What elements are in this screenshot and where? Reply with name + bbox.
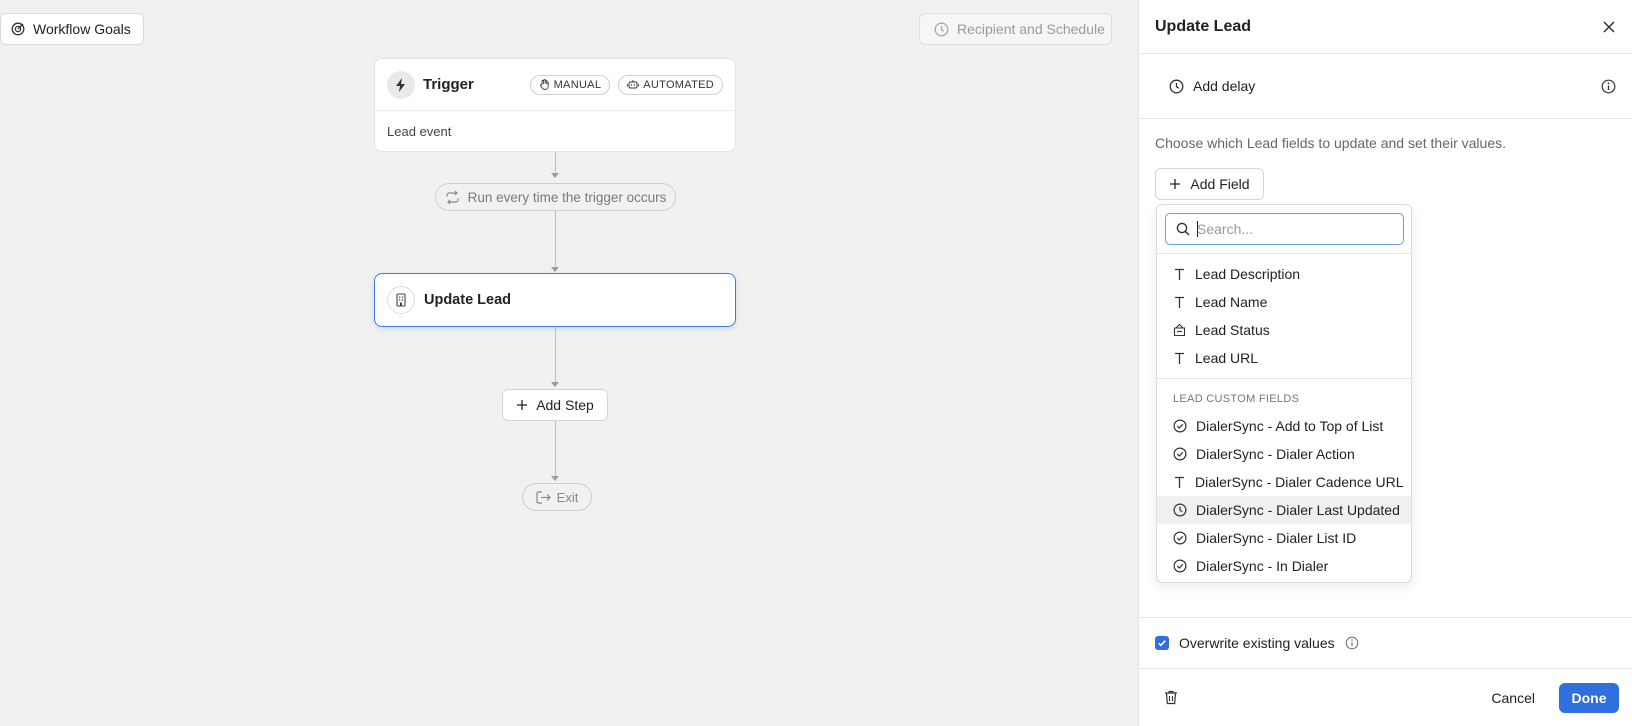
connector-line [555, 421, 556, 476]
run-frequency-label: Run every time the trigger occurs [467, 189, 667, 205]
robot-icon [627, 79, 640, 90]
field-option[interactable]: DialerSync - Dialer Cadence URL [1157, 468, 1411, 496]
connector-arrow [551, 382, 559, 387]
field-option-highlighted[interactable]: DialerSync - Dialer Last Updated [1157, 496, 1411, 524]
field-option-label: Lead Description [1195, 266, 1301, 282]
exit-label: Exit [556, 489, 579, 505]
workflow-goals-label: Workflow Goals [33, 21, 131, 37]
overwrite-label: Overwrite existing values [1179, 635, 1335, 651]
panel-header: Update Lead [1139, 0, 1632, 54]
standard-fields-list: Lead Description Lead Name Lead Status L… [1157, 254, 1411, 379]
trash-icon[interactable] [1164, 690, 1178, 705]
field-option[interactable]: Lead Status [1157, 316, 1411, 344]
field-option[interactable]: Lead URL [1157, 344, 1411, 372]
field-option[interactable]: DialerSync - Dialer List ID [1157, 524, 1411, 552]
text-type-icon [1173, 268, 1186, 281]
info-icon[interactable] [1601, 79, 1616, 94]
connector-arrow [551, 173, 559, 178]
exit-icon [536, 490, 551, 504]
add-step-label: Add Step [536, 397, 594, 413]
connector-line [555, 211, 556, 268]
field-option-label: DialerSync - Dialer Action [1196, 446, 1355, 462]
overwrite-values-row: Overwrite existing values [1139, 617, 1632, 669]
text-type-icon [1173, 296, 1186, 309]
manual-badge[interactable]: MANUAL [529, 74, 611, 95]
hand-icon [539, 79, 550, 90]
trigger-title: Trigger [423, 76, 474, 93]
field-option-label: DialerSync - Dialer Last Updated [1196, 502, 1400, 518]
search-input[interactable] [1197, 221, 1387, 237]
add-field-button[interactable]: Add Field [1155, 168, 1264, 200]
clock-icon [1169, 79, 1184, 94]
recipient-schedule-label: Recipient and Schedule [957, 21, 1105, 37]
close-icon[interactable] [1602, 20, 1616, 34]
text-type-icon [1173, 476, 1186, 489]
field-option-label: Lead Status [1195, 322, 1270, 338]
status-icon [1173, 323, 1186, 337]
trigger-card[interactable]: Trigger MANUAL AUTOMATED Lead event [374, 58, 736, 152]
field-option-label: DialerSync - Add to Top of List [1196, 418, 1384, 434]
field-option-label: DialerSync - Dialer Cadence URL [1195, 474, 1404, 490]
clock-icon [934, 22, 949, 37]
field-option[interactable]: DialerSync - Dialer Action [1157, 440, 1411, 468]
add-field-label: Add Field [1190, 176, 1250, 192]
info-icon[interactable] [1345, 636, 1359, 650]
add-delay-label: Add delay [1193, 78, 1256, 94]
fields-hint-text: Choose which Lead fields to update and s… [1155, 135, 1507, 151]
workflow-goals-button[interactable]: Workflow Goals [0, 13, 144, 45]
custom-fields-group-label: LEAD CUSTOM FIELDS [1173, 393, 1300, 405]
add-delay-row[interactable]: Add delay [1139, 54, 1632, 119]
update-lead-panel: Update Lead Add delay Choose which Lead … [1138, 0, 1632, 726]
clock-icon [1173, 503, 1187, 517]
automated-label: AUTOMATED [643, 78, 714, 91]
cancel-button[interactable]: Cancel [1491, 690, 1535, 706]
field-picker-dropdown: Lead Description Lead Name Lead Status L… [1156, 204, 1412, 583]
run-frequency-pill[interactable]: Run every time the trigger occurs [435, 183, 676, 211]
search-icon [1176, 222, 1190, 236]
check-circle-icon [1173, 419, 1187, 433]
panel-footer: Cancel Done [1139, 669, 1632, 726]
workflow-canvas: Workflow Goals Recipient and Schedule Tr… [0, 0, 1138, 726]
trigger-event-label: Lead event [387, 124, 452, 139]
field-option[interactable]: Lead Name [1157, 288, 1411, 316]
automated-badge[interactable]: AUTOMATED [618, 74, 723, 95]
done-button[interactable]: Done [1559, 682, 1619, 713]
text-type-icon [1173, 352, 1186, 365]
trigger-header: Trigger MANUAL AUTOMATED [375, 59, 735, 111]
connector-line [555, 327, 556, 382]
panel-title: Update Lead [1155, 17, 1252, 35]
field-option-label: Lead URL [1195, 350, 1259, 366]
plus-icon [516, 399, 528, 411]
recipient-schedule-button[interactable]: Recipient and Schedule [919, 13, 1112, 45]
add-step-button[interactable]: Add Step [502, 389, 608, 421]
field-option-label: DialerSync - In Dialer [1196, 558, 1329, 574]
field-option[interactable]: Lead Description [1157, 260, 1411, 288]
update-lead-step-card[interactable]: Update Lead [374, 273, 736, 327]
connector-line [555, 152, 556, 174]
target-icon [11, 22, 25, 36]
field-option[interactable]: DialerSync - Add to Top of List [1157, 412, 1411, 440]
update-lead-step-title: Update Lead [424, 292, 512, 308]
connector-arrow [551, 267, 559, 272]
field-option[interactable]: DialerSync - In Dialer [1157, 552, 1411, 580]
check-circle-icon [1173, 559, 1187, 573]
search-box[interactable] [1165, 213, 1404, 245]
check-circle-icon [1173, 531, 1187, 545]
overwrite-checkbox[interactable] [1155, 636, 1169, 650]
plus-icon [1169, 178, 1181, 190]
connector-arrow [551, 476, 559, 481]
check-circle-icon [1173, 447, 1187, 461]
lightning-icon [387, 70, 415, 99]
manual-label: MANUAL [553, 78, 602, 91]
custom-fields-list: DialerSync - Add to Top of List DialerSy… [1157, 412, 1411, 580]
search-container [1157, 205, 1411, 254]
repeat-icon [445, 190, 460, 204]
building-icon [387, 286, 415, 314]
field-option-label: DialerSync - Dialer List ID [1196, 530, 1357, 546]
exit-node[interactable]: Exit [522, 483, 592, 511]
field-option-label: Lead Name [1195, 294, 1268, 310]
